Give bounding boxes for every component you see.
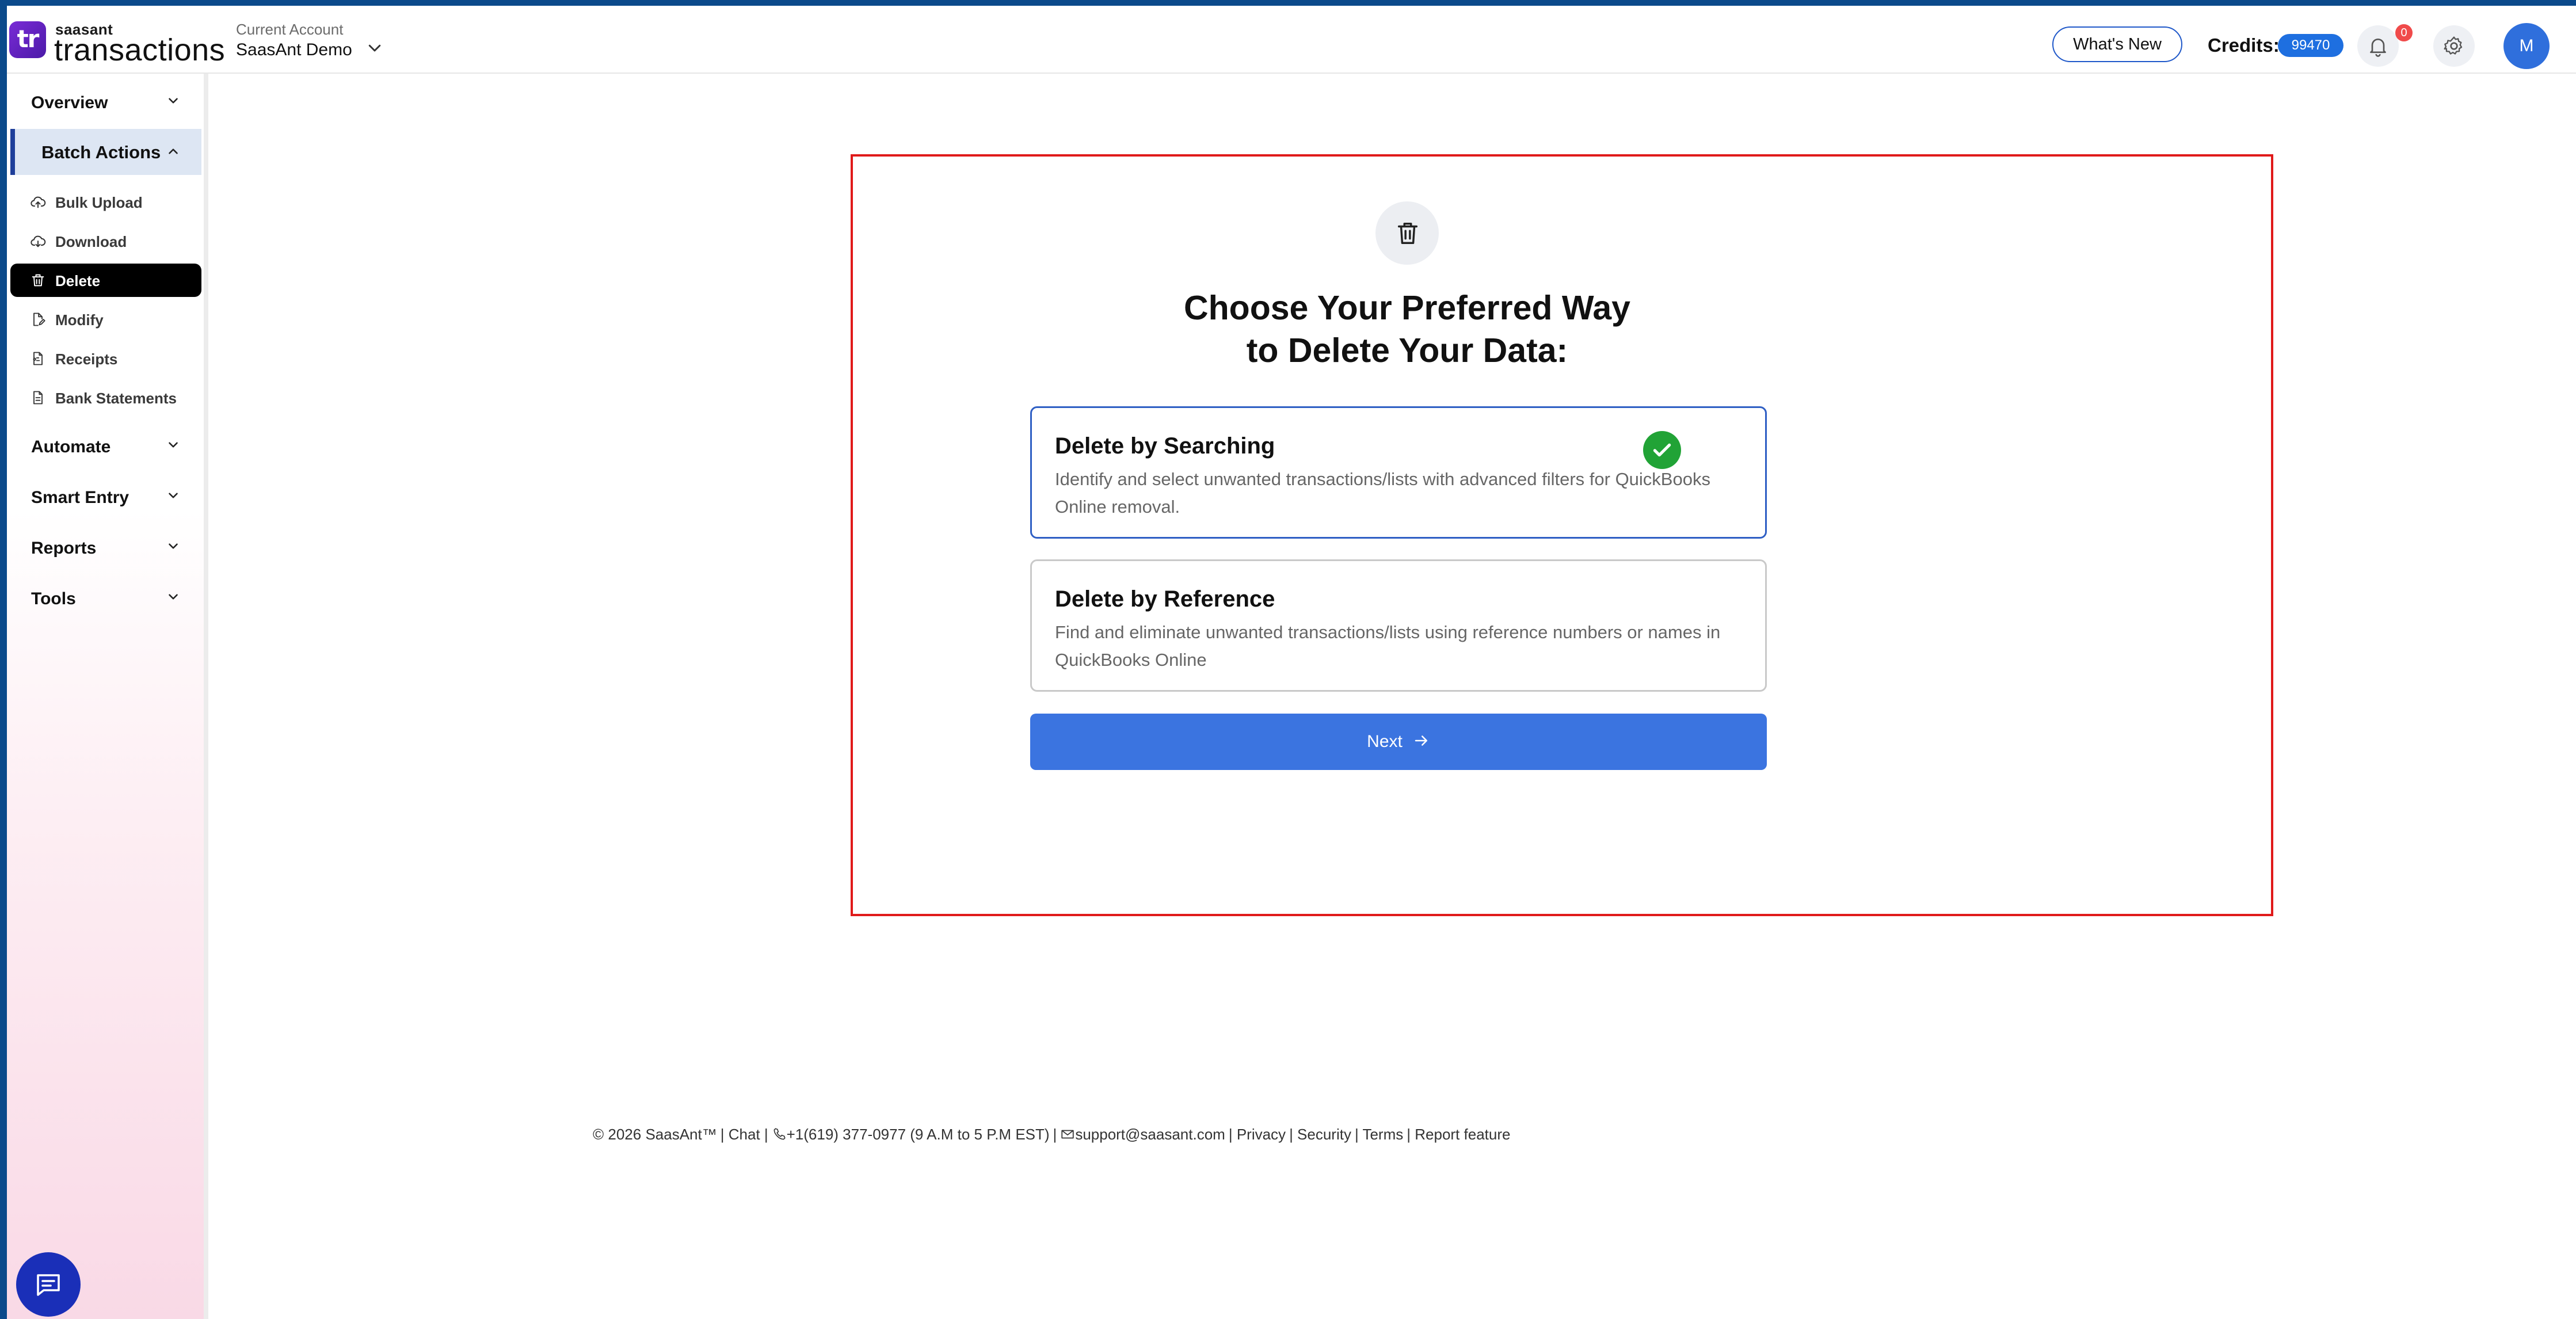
sidebar-item-label: Delete	[55, 272, 101, 289]
sidebar-section-label: Batch Actions	[41, 142, 161, 162]
sidebar-item-label: Bank Statements	[55, 390, 177, 407]
chevron-down-icon[interactable]	[166, 589, 181, 604]
chevron-down-icon[interactable]	[166, 437, 181, 452]
bell-icon	[2370, 39, 2386, 57]
user-avatar[interactable]: M	[2503, 23, 2550, 69]
selected-check-badge	[1643, 431, 1681, 469]
phone-icon	[773, 1128, 786, 1140]
delete-hero-badge	[1375, 201, 1439, 265]
footer-email-link[interactable]: support@saasant.com	[1075, 1126, 1225, 1143]
credits-label: Credits:	[2208, 35, 2280, 56]
chat-icon	[37, 1274, 60, 1296]
sidebar-item-automate[interactable]: Automate	[31, 437, 110, 457]
page-title-line1: Choose Your Preferred Way	[1184, 289, 1630, 327]
sidebar-item-tools[interactable]: Tools	[31, 589, 76, 609]
notification-count-badge: 0	[2395, 24, 2413, 41]
account-switcher[interactable]: SaasAnt Demo	[236, 40, 352, 60]
page-footer: © 2026 SaasAnt™ | Chat | +1(619) 377-0977 …	[593, 1126, 1514, 1143]
next-button-label: Next	[1367, 732, 1403, 751]
chevron-up-icon[interactable]	[166, 144, 181, 159]
trash-icon	[1397, 222, 1418, 244]
trash-icon	[32, 274, 44, 287]
footer-copyright: © 2026 SaasAnt™	[593, 1126, 717, 1143]
option-title: Delete by Reference	[1055, 586, 1275, 612]
page-title-line2: to Delete Your Data:	[1246, 331, 1568, 369]
next-button[interactable]: Next	[1030, 714, 1767, 770]
top-header: tr saasant transactions Current Account …	[7, 6, 2576, 74]
sidebar-item-overview[interactable]: Overview	[31, 93, 108, 113]
footer-phone[interactable]: +1(619) 377-0977 (9 A.M to 5 P.M EST)	[787, 1126, 1050, 1143]
sidebar-item-reports[interactable]: Reports	[31, 539, 96, 558]
whats-new-button[interactable]: What's New	[2052, 26, 2182, 62]
sidebar	[7, 74, 208, 1319]
mail-icon	[1061, 1130, 1074, 1139]
chevron-down-icon[interactable]	[166, 539, 181, 554]
chevron-down-icon[interactable]	[366, 39, 383, 56]
footer-chat-link[interactable]: | Chat |	[721, 1126, 768, 1143]
checkmark-icon	[1653, 443, 1671, 457]
sidebar-item-label: Modify	[55, 311, 104, 329]
footer-terms-link[interactable]: | Terms	[1355, 1126, 1403, 1143]
footer-security-link[interactable]: | Security	[1289, 1126, 1351, 1143]
option-description: Find and eliminate unwanted transactions…	[1055, 622, 1721, 670]
settings-button[interactable]	[2433, 25, 2475, 67]
statement-icon	[33, 391, 43, 405]
credits-badge: 99470	[2278, 34, 2343, 57]
option-description: Identify and select unwanted transaction…	[1055, 469, 1710, 517]
footer-separator: |	[1053, 1126, 1057, 1143]
chat-support-button[interactable]	[16, 1252, 81, 1317]
footer-privacy-link[interactable]: | Privacy	[1229, 1126, 1286, 1143]
option-delete-by-searching[interactable]: Delete by Searching Identify and select …	[1030, 406, 1767, 539]
notifications-button[interactable]	[2357, 25, 2399, 67]
upload-icon	[31, 196, 46, 208]
footer-report-link[interactable]: | Report feature	[1407, 1126, 1510, 1143]
receipt-icon	[33, 352, 43, 365]
sidebar-item-smart-entry[interactable]: Smart Entry	[31, 488, 129, 508]
logo-product-text: transactions	[54, 33, 226, 67]
app-logo-mark[interactable]: tr	[9, 21, 46, 58]
option-delete-by-reference[interactable]: Delete by Reference Find and eliminate u…	[1030, 559, 1767, 692]
left-accent-bar	[0, 0, 7, 1319]
arrow-right-icon	[1415, 735, 1427, 746]
chevron-down-icon[interactable]	[166, 93, 181, 108]
option-title: Delete by Searching	[1055, 433, 1275, 459]
sidebar-item-label: Receipts	[55, 350, 118, 368]
chevron-down-icon[interactable]	[166, 488, 181, 503]
page-title: Choose Your Preferred Way to Delete Your…	[1082, 287, 1732, 372]
gear-icon	[2444, 36, 2463, 55]
sidebar-item-label: Download	[55, 233, 127, 250]
edit-file-icon	[33, 312, 45, 326]
current-account-label: Current Account	[236, 21, 344, 38]
top-accent-bar	[0, 0, 2576, 6]
download-icon	[31, 235, 46, 247]
sidebar-item-label: Bulk Upload	[55, 194, 143, 211]
